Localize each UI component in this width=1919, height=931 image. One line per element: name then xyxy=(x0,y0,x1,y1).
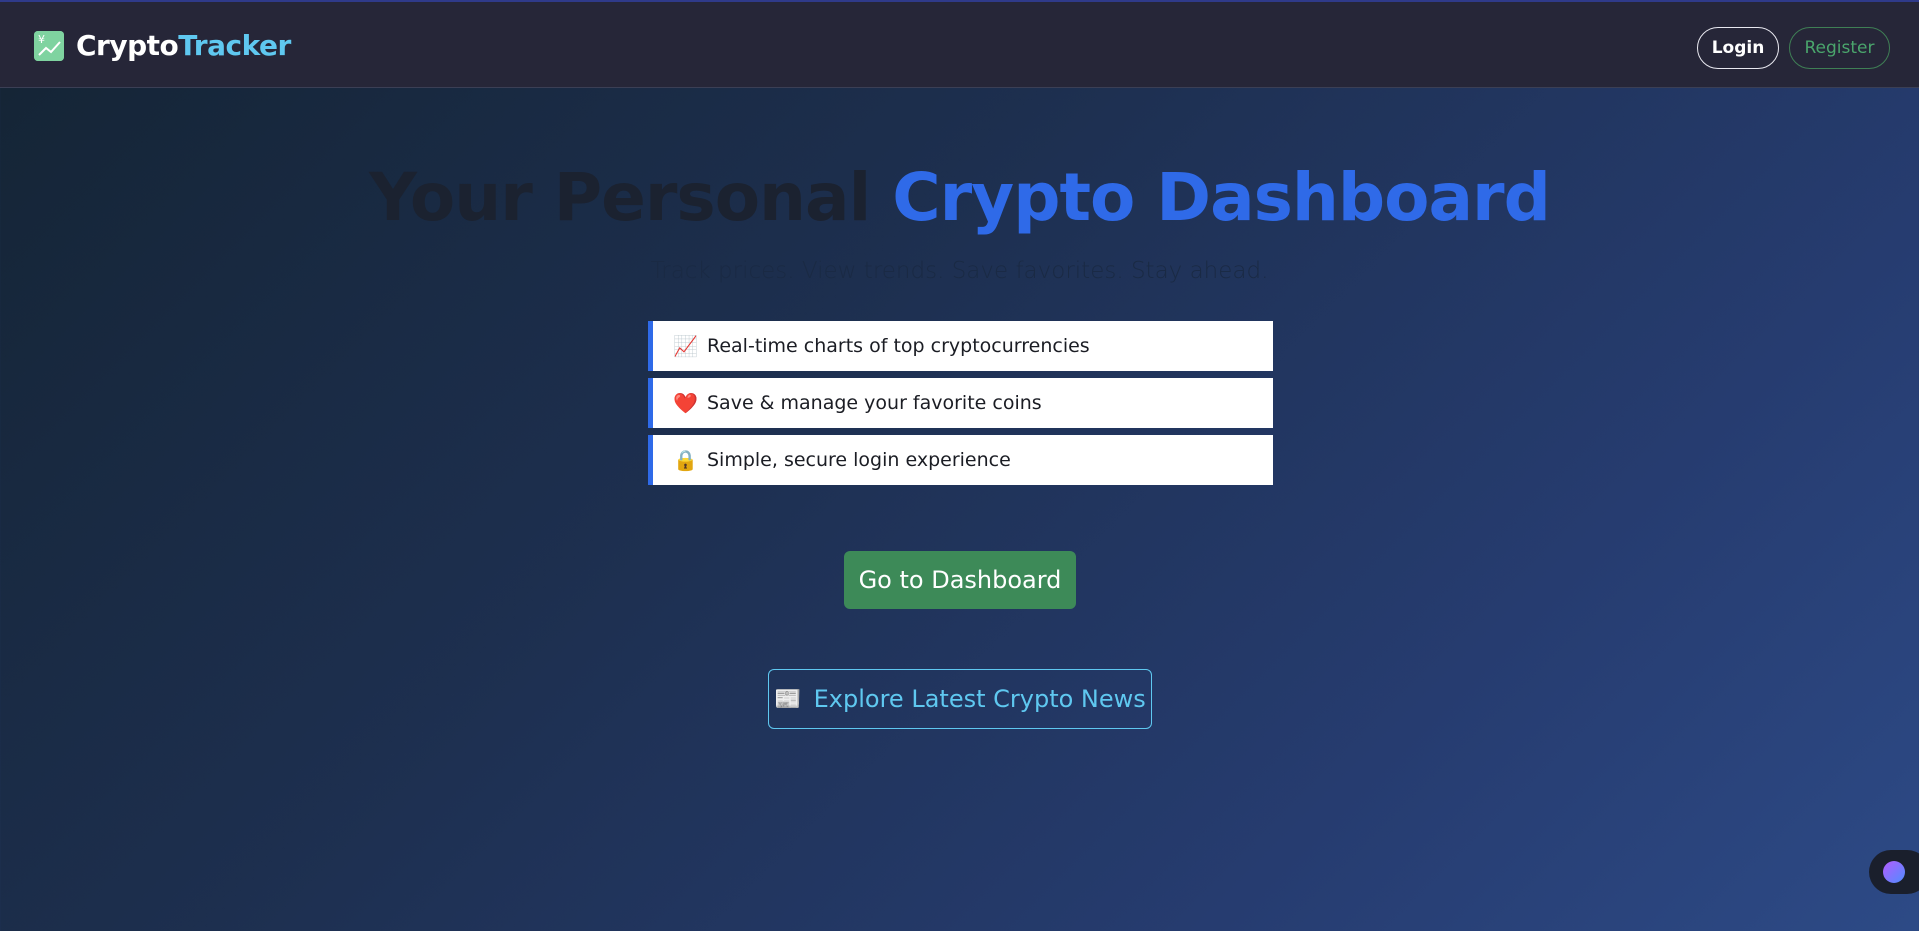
feature-label: Save & manage your favorite coins xyxy=(707,392,1042,414)
feature-label: Simple, secure login experience xyxy=(707,449,1011,471)
newspaper-icon: 📰 xyxy=(774,686,802,712)
feature-list: 📈 Real-time charts of top cryptocurrenci… xyxy=(648,321,1273,492)
explore-news-label: Explore Latest Crypto News xyxy=(813,685,1146,713)
lock-icon: 🔒 xyxy=(673,448,698,472)
brand-name-part1: Crypto xyxy=(76,29,179,62)
go-to-dashboard-button[interactable]: Go to Dashboard xyxy=(844,551,1076,609)
register-button[interactable]: Register xyxy=(1789,27,1890,69)
feature-label: Real-time charts of top cryptocurrencies xyxy=(707,335,1090,357)
brand-logo-link[interactable]: ¥ CryptoTracker xyxy=(34,29,291,62)
brand-name: CryptoTracker xyxy=(76,29,291,62)
chart-increasing-icon: ¥ xyxy=(34,30,64,61)
assistant-widget-button[interactable] xyxy=(1869,850,1919,894)
page-title-part1: Your Personal xyxy=(369,159,871,236)
page-title-part2: Crypto Dashboard xyxy=(892,159,1551,236)
explore-news-button[interactable]: 📰 Explore Latest Crypto News xyxy=(768,669,1152,729)
feature-item-charts: 📈 Real-time charts of top cryptocurrenci… xyxy=(648,321,1273,371)
top-navbar: ¥ CryptoTracker Login Register xyxy=(0,0,1919,88)
feature-item-favorites: ❤️ Save & manage your favorite coins xyxy=(648,378,1273,428)
brand-name-part2: Tracker xyxy=(178,29,291,62)
page-title: Your Personal Crypto Dashboard xyxy=(0,160,1919,236)
brain-icon xyxy=(1883,861,1905,883)
heart-icon: ❤️ xyxy=(673,391,698,415)
feature-item-login: 🔒 Simple, secure login experience xyxy=(648,435,1273,485)
page-subtitle: Track prices. View trends. Save favorite… xyxy=(650,258,1269,284)
chart-increasing-icon: 📈 xyxy=(673,334,698,358)
login-button[interactable]: Login xyxy=(1697,27,1779,69)
svg-text:¥: ¥ xyxy=(38,33,45,46)
